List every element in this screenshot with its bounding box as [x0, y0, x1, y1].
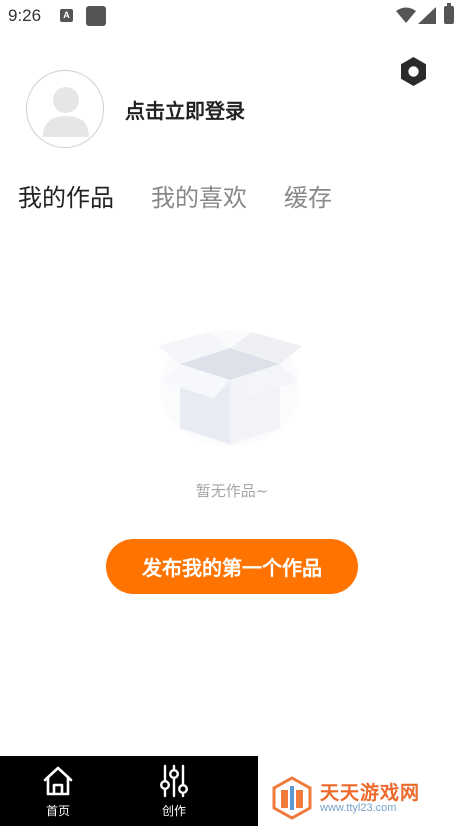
watermark-logo-icon [272, 776, 312, 820]
battery-level [446, 8, 452, 22]
watermark-title: 天天游戏网 [320, 782, 421, 804]
content-tabs: 我的作品 我的喜欢 缓存 [18, 178, 369, 214]
battery-icon [444, 3, 454, 24]
nav-item-create[interactable]: 创作 [116, 756, 232, 826]
empty-state-message: 暂无作品~ [195, 482, 269, 500]
login-prompt[interactable]: 点击立即登录 [125, 95, 245, 124]
cell-signal-icon [418, 7, 436, 24]
settings-icon[interactable] [398, 56, 429, 87]
wifi-icon [396, 7, 416, 23]
status-time: 9:26 [8, 6, 42, 25]
login-profile-row[interactable]: 点击立即登录 [26, 70, 245, 148]
tab-my-likes[interactable]: 我的喜欢 [151, 178, 247, 214]
publish-first-work-button[interactable]: 发布我的第一个作品 [106, 539, 358, 594]
nav-item-home[interactable]: 首页 [0, 756, 116, 826]
tab-my-works[interactable]: 我的作品 [18, 178, 114, 214]
user-placeholder-icon [43, 87, 89, 137]
notification-a-icon: A [60, 9, 73, 22]
watermark: 天天游戏网 www.ttyl23.com [258, 756, 464, 826]
notification-app-icon [86, 6, 106, 26]
nav-label-home: 首页 [45, 804, 70, 818]
status-bar: 9:26 A [0, 0, 464, 34]
bottom-navigation: 首页 创作 [0, 756, 258, 826]
home-icon [43, 766, 73, 796]
watermark-url: www.ttyl23.com [320, 802, 397, 814]
tab-cache[interactable]: 缓存 [284, 178, 332, 214]
nav-label-create: 创作 [161, 804, 186, 818]
avatar[interactable] [26, 70, 104, 148]
sliders-icon [159, 764, 189, 798]
empty-box-icon [158, 330, 302, 446]
